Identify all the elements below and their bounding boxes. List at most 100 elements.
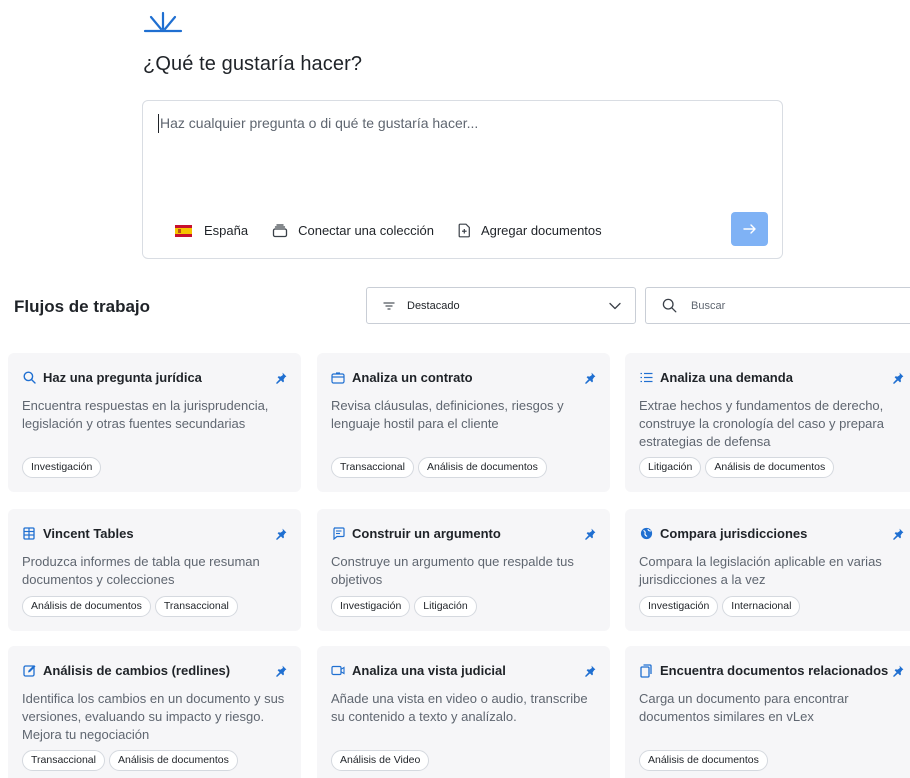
connect-collection-button[interactable]: Conectar una colección bbox=[272, 223, 434, 238]
workflow-card-tags: Investigación Litigación bbox=[331, 596, 481, 617]
workflow-card-title: Analiza una vista judicial bbox=[331, 663, 506, 678]
tag-chip: Litigación bbox=[414, 596, 477, 617]
table-icon bbox=[22, 527, 36, 541]
workflow-card-tags: Litigación Análisis de documentos bbox=[639, 457, 838, 478]
tag-chip: Transaccional bbox=[154, 596, 238, 617]
workflow-card-title: Haz una pregunta jurídica bbox=[22, 370, 202, 385]
add-documents-label: Agregar documentos bbox=[480, 223, 602, 238]
prompt-toolbar: España Conectar una colección Agregar do… bbox=[175, 223, 626, 238]
workflow-card-description: Añade una vista en video o audio, transc… bbox=[331, 691, 588, 724]
message-icon bbox=[331, 527, 345, 541]
workflow-card-tags: Investigación Internacional bbox=[639, 596, 804, 617]
workflow-card-title: Análisis de cambios (redlines) bbox=[22, 663, 230, 678]
workflow-card[interactable]: Construir un argumento Construye un argum… bbox=[317, 509, 610, 631]
tag-chip: Análisis de documentos bbox=[108, 750, 238, 771]
pin-icon[interactable] bbox=[893, 371, 904, 389]
workflows-title: Flujos de trabajo bbox=[14, 297, 151, 316]
page-title: ¿Qué te gustaría hacer? bbox=[143, 53, 363, 75]
workflow-card-title-text: Vincent Tables bbox=[43, 526, 134, 541]
pin-icon[interactable] bbox=[893, 664, 904, 682]
collection-icon bbox=[272, 223, 288, 237]
workflow-card-title: Encuentra documentos relacionados bbox=[639, 663, 888, 678]
workflow-card-title: Compara jurisdicciones bbox=[639, 526, 807, 541]
workflow-card[interactable]: Encuentra documentos relacionados Carga u… bbox=[625, 646, 910, 778]
workflow-card-title-text: Construir un argumento bbox=[352, 526, 501, 541]
documents-icon bbox=[639, 663, 653, 678]
workflow-card-title-text: Analiza una demanda bbox=[660, 370, 793, 385]
search-icon bbox=[22, 371, 36, 385]
spain-flag-icon bbox=[175, 224, 192, 237]
tag-chip: Transaccional bbox=[22, 750, 105, 771]
workflow-card[interactable]: Compara jurisdicciones Compara la legisla… bbox=[625, 509, 910, 631]
filter-lines-icon bbox=[383, 301, 395, 310]
workflow-card-description: Extrae hechos y fundamentos de derecho, … bbox=[639, 398, 884, 449]
workflow-card[interactable]: Haz una pregunta jurídica Encuentra respu… bbox=[8, 353, 301, 492]
workflow-card-tags: Investigación bbox=[22, 457, 105, 478]
tag-chip: Investigación bbox=[22, 457, 102, 478]
tag-chip: Análisis de documentos bbox=[22, 596, 151, 617]
send-button[interactable] bbox=[731, 212, 768, 246]
add-document-icon bbox=[458, 223, 470, 238]
pin-icon[interactable] bbox=[276, 371, 287, 389]
edit-icon bbox=[22, 664, 36, 678]
workflow-card-title-text: Análisis de cambios (redlines) bbox=[43, 663, 231, 678]
list-icon bbox=[639, 371, 653, 385]
workflow-card[interactable]: Analiza una vista judicial Añade una vist… bbox=[317, 646, 610, 778]
workflow-card-description: Construye un argumento que respalde tus … bbox=[331, 554, 574, 587]
pin-icon[interactable] bbox=[585, 527, 596, 545]
prompt-box[interactable]: Haz cualquier pregunta o di qué te gusta… bbox=[142, 100, 783, 259]
tag-chip: Análisis de documentos bbox=[705, 457, 835, 478]
workflow-card-description: Encuentra respuestas en la jurisprudenci… bbox=[22, 398, 269, 431]
workflow-card-title: Construir un argumento bbox=[331, 526, 501, 541]
workflow-card[interactable]: Analiza un contrato Revisa cláusulas, def… bbox=[317, 353, 610, 492]
workflow-card-description: Revisa cláusulas, definiciones, riesgos … bbox=[331, 398, 564, 431]
tag-chip: Investigación bbox=[331, 596, 411, 617]
workflow-search[interactable] bbox=[645, 287, 910, 324]
sort-value: Destacado bbox=[407, 299, 460, 312]
tag-chip: Análisis de documentos bbox=[417, 457, 547, 478]
workflow-card[interactable]: Vincent Tables Produzca informes de tabla… bbox=[8, 509, 301, 631]
workflow-card-title-text: Analiza una vista judicial bbox=[352, 663, 506, 678]
jurisdiction-selector[interactable]: España bbox=[175, 223, 248, 238]
vlex-spark-logo-icon bbox=[143, 11, 183, 33]
jurisdiction-label: España bbox=[204, 223, 249, 238]
workflow-card-tags: Análisis de documentos Transaccional bbox=[22, 596, 242, 617]
tag-chip: Litigación bbox=[639, 457, 702, 478]
workflow-card-title-text: Haz una pregunta jurídica bbox=[43, 370, 202, 385]
workflow-card-title-text: Compara jurisdicciones bbox=[660, 526, 808, 541]
tag-chip: Análisis de Video bbox=[331, 750, 430, 771]
workflow-card-description: Produzca informes de tabla que resuman d… bbox=[22, 554, 260, 587]
pin-icon[interactable] bbox=[585, 664, 596, 682]
workflow-card-title: Analiza un contrato bbox=[331, 370, 473, 385]
workflow-card[interactable]: Analiza una demanda Extrae hechos y funda… bbox=[625, 353, 910, 492]
pin-icon[interactable] bbox=[893, 527, 904, 545]
pin-icon[interactable] bbox=[276, 527, 287, 545]
workflow-card-tags: Análisis de documentos bbox=[639, 750, 772, 771]
workflow-card-description: Identifica los cambios en un documento y… bbox=[22, 691, 285, 742]
workflow-card[interactable]: Análisis de cambios (redlines) Identifica… bbox=[8, 646, 301, 778]
search-icon bbox=[662, 298, 677, 313]
contract-icon bbox=[331, 371, 345, 385]
text-caret bbox=[158, 114, 159, 133]
tag-chip: Transaccional bbox=[331, 457, 414, 478]
prompt-input[interactable]: Haz cualquier pregunta o di qué te gusta… bbox=[160, 115, 478, 131]
workflow-card-title-text: Encuentra documentos relacionados bbox=[660, 663, 889, 678]
tag-chip: Análisis de documentos bbox=[639, 750, 768, 771]
workflow-card-tags: Análisis de Video bbox=[331, 750, 433, 771]
add-documents-button[interactable]: Agregar documentos bbox=[458, 223, 602, 238]
chevron-down-icon bbox=[609, 302, 621, 309]
globe-icon bbox=[639, 527, 653, 541]
connect-collection-label: Conectar una colección bbox=[298, 223, 434, 238]
workflow-card-description: Compara la legislación aplicable en vari… bbox=[639, 554, 882, 587]
workflow-card-tags: Transaccional Análisis de documentos bbox=[22, 750, 242, 771]
search-input[interactable] bbox=[691, 299, 871, 312]
workflow-card-title: Vincent Tables bbox=[22, 526, 134, 541]
sort-select[interactable]: Destacado bbox=[366, 287, 636, 324]
workflow-card-tags: Transaccional Análisis de documentos bbox=[331, 457, 551, 478]
workflow-card-title-text: Analiza un contrato bbox=[352, 370, 473, 385]
pin-icon[interactable] bbox=[585, 371, 596, 389]
pin-icon[interactable] bbox=[276, 664, 287, 682]
video-icon bbox=[331, 664, 345, 678]
tag-chip: Internacional bbox=[722, 596, 801, 617]
tag-chip: Investigación bbox=[639, 596, 719, 617]
